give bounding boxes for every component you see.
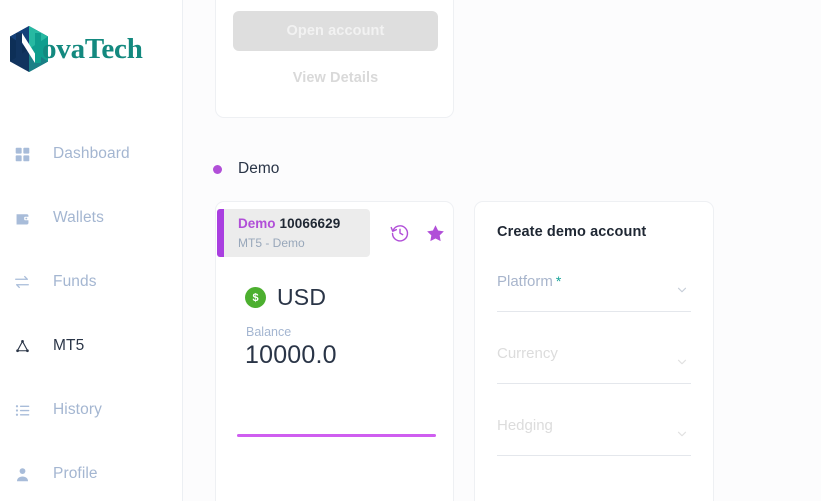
currency-code: USD [277,284,327,310]
promo-account-card: Open account View Details [215,0,454,118]
grid-icon [11,143,33,165]
main-content: Open account View Details Demo Demo 10066… [183,0,821,501]
hedging-label: Hedging [497,417,553,434]
account-progress-bar [237,434,436,437]
sidebar-item-label: History [53,401,102,418]
sidebar-item-label: Profile [53,465,98,482]
platform-label: Platform * [497,273,562,290]
demo-section-title: Demo [238,160,280,177]
sidebar-item-label: Funds [53,273,97,290]
user-icon [11,463,33,485]
account-subtitle: MT5 - Demo [238,236,305,250]
currency-row: $ USD [245,284,326,311]
form-title: Create demo account [497,224,647,240]
wallet-icon [11,207,33,229]
sidebar-item-dashboard[interactable]: Dashboard [0,122,183,186]
hedging-select[interactable]: Hedging [497,409,691,456]
demo-account-card: Demo 10066629 MT5 - Demo $ USD Balance 1… [215,201,454,501]
sidebar-item-label: Dashboard [53,145,130,162]
mt5-triangle-icon [11,335,33,357]
account-accent-bar [217,209,224,257]
open-account-button[interactable]: Open account [233,11,438,51]
view-details-link[interactable]: View Details [216,70,455,86]
account-card-actions [390,223,446,244]
demo-section-header: Demo [213,160,279,178]
brand-logo[interactable]: ovaTech [0,18,183,80]
star-icon[interactable] [425,223,446,244]
currency-label: Currency [497,345,558,362]
balance-value: 10000.0 [245,341,337,369]
brand-name: ovaTech [42,32,143,65]
account-type-label: Demo [238,216,276,231]
history-clock-icon[interactable] [390,223,410,243]
sidebar-item-label: MT5 [53,337,85,354]
sidebar-nav: Dashboard Wallets Funds MT5 History Prof… [0,122,183,501]
sidebar-item-wallets[interactable]: Wallets [0,186,183,250]
account-card-header: Demo 10066629 MT5 - Demo [217,209,454,257]
list-icon [11,399,33,421]
balance-label: Balance [246,325,292,339]
account-identity: Demo 10066629 [238,215,370,233]
currency-badge-icon: $ [245,287,266,308]
platform-select[interactable]: Platform * [497,265,691,312]
sidebar-item-label: Wallets [53,209,104,226]
sidebar-item-mt5[interactable]: MT5 [0,314,183,378]
chevron-down-icon [675,283,689,302]
create-demo-account-card: Create demo account Platform * Currency H… [474,201,714,501]
currency-select[interactable]: Currency [497,337,691,384]
chevron-down-icon [675,355,689,374]
sidebar-item-funds[interactable]: Funds [0,250,183,314]
account-title-box: Demo 10066629 MT5 - Demo [224,209,370,257]
account-number: 10066629 [279,216,341,231]
exchange-arrows-icon [11,271,33,293]
required-marker: * [555,273,562,289]
status-dot-icon [213,164,222,174]
sidebar: ovaTech Dashboard Wallets Funds MT5 Hist… [0,0,183,501]
sidebar-item-history[interactable]: History [0,378,183,442]
chevron-down-icon [675,427,689,446]
sidebar-item-profile[interactable]: Profile [0,442,183,501]
